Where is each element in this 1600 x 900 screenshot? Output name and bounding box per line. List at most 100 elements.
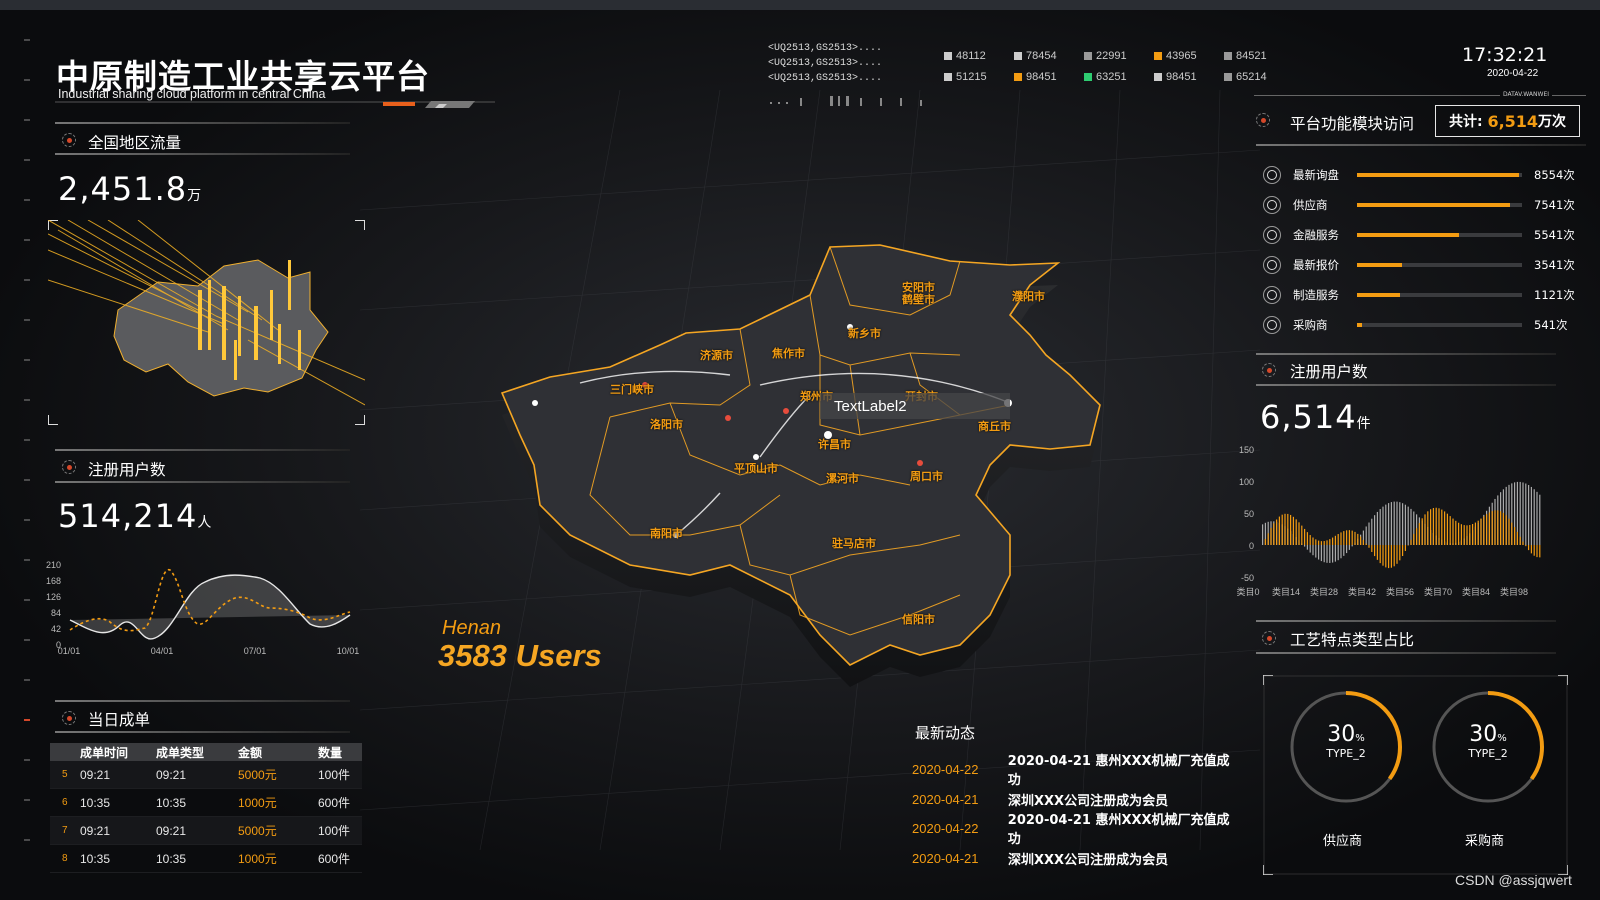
chart-bar xyxy=(1340,532,1342,545)
x-tick-label: 类目56 xyxy=(1386,586,1414,597)
chart-bar xyxy=(1502,512,1504,545)
table-row[interactable]: 7 09:21 09:21 5000元 100件 xyxy=(50,817,362,845)
chart-bar xyxy=(1446,513,1448,545)
code-item: 98451 xyxy=(1154,71,1224,83)
chart-bar xyxy=(1449,516,1451,545)
chart-bar xyxy=(1346,545,1348,554)
chart-bar xyxy=(1402,503,1404,545)
city-label: 平顶山市 xyxy=(734,462,778,475)
module-row[interactable]: 采购商 541次 xyxy=(1263,310,1588,340)
donut-center: 30% TYPE_2 xyxy=(1468,722,1508,760)
chart-bar xyxy=(1505,515,1507,545)
chart-bar xyxy=(1486,514,1488,545)
chart-bar xyxy=(1488,512,1490,545)
target-icon xyxy=(1263,166,1281,184)
code-item: 48112 xyxy=(944,50,1014,62)
chart-bar xyxy=(1511,522,1513,545)
chart-bar xyxy=(1533,489,1535,545)
city-label: 新乡市 xyxy=(848,327,881,340)
chart-bar xyxy=(1323,545,1325,563)
chart-bar xyxy=(1477,520,1479,545)
code-item: 43965 xyxy=(1154,50,1224,62)
code-swatch xyxy=(944,52,952,60)
module-row[interactable]: 制造服务 1121次 xyxy=(1263,280,1588,310)
column-header: 金额 xyxy=(238,745,263,760)
code-swatch xyxy=(1154,52,1162,60)
chart-bar xyxy=(1514,527,1516,545)
section-title-users: 注册用户数 xyxy=(88,461,166,479)
progress-fill xyxy=(1357,233,1460,237)
table-row[interactable]: 6 10:35 10:35 1000元 600件 xyxy=(50,789,362,817)
chart-bar xyxy=(1413,533,1415,545)
code-item: 51215 xyxy=(944,71,1014,83)
clock-time: 17:32:21 xyxy=(1462,44,1548,66)
section-top-rule xyxy=(1256,353,1556,355)
chart-bar xyxy=(1320,541,1322,545)
table-row[interactable]: 5 09:21 09:21 5000元 100件 xyxy=(50,761,362,789)
city-label: 焦作市 xyxy=(772,347,805,360)
chart-bar xyxy=(1528,485,1530,545)
code-item: 84521 xyxy=(1224,50,1294,62)
x-tick-label: 类目70 xyxy=(1424,586,1452,597)
chart-bar xyxy=(1320,545,1322,562)
column-header: 数量 xyxy=(318,745,343,760)
column-header: 成单类型 xyxy=(156,745,205,760)
users-line-chart: 21016812684420 01/01 04/01 07/01 10/01 xyxy=(46,560,359,656)
section-bottom-rule xyxy=(1256,652,1556,654)
ticker: <UQ2513,GS2513>.... <UQ2513,GS2513>.... … xyxy=(768,41,882,86)
chart-bar xyxy=(1528,545,1530,551)
section-bullet-icon xyxy=(1256,113,1270,127)
table-row[interactable]: 8 10:35 10:35 1000元 600件 xyxy=(50,845,362,873)
header-right-rule: DATAV.WANWEI xyxy=(1254,91,1586,101)
section-bullet-icon xyxy=(62,133,76,147)
chart-bar xyxy=(1306,532,1308,545)
module-row[interactable]: 最新询盘 8554次 xyxy=(1263,160,1588,190)
section-top-rule xyxy=(55,700,350,702)
chart-bar xyxy=(1530,545,1532,554)
chart-bar xyxy=(1444,511,1446,545)
code-grid: 48112 78454 22991 43965 84521 51215 9845… xyxy=(944,50,1294,83)
code-swatch xyxy=(1224,52,1232,60)
chart-bar xyxy=(1432,507,1434,545)
clock-date: 2020-04-22 xyxy=(1487,68,1539,79)
module-row[interactable]: 供应商 7541次 xyxy=(1263,190,1588,220)
chart-bar xyxy=(1463,525,1465,545)
donut-label: 采购商 xyxy=(1465,834,1505,849)
section-bullet-icon xyxy=(62,711,76,725)
chart-bar xyxy=(1472,524,1474,545)
section-title-modules: 平台功能模块访问 xyxy=(1290,115,1415,133)
chart-bar xyxy=(1360,536,1362,545)
module-row[interactable]: 最新报价 3541次 xyxy=(1263,250,1588,280)
chart-bar xyxy=(1382,506,1384,545)
progress-fill xyxy=(1357,293,1400,297)
chart-bar xyxy=(1533,545,1535,556)
y-tick-label: 84 xyxy=(51,608,61,618)
code-swatch xyxy=(1014,73,1022,81)
progress-fill xyxy=(1357,173,1519,177)
chart-bar xyxy=(1393,545,1395,567)
news-item[interactable]: 2020-04-21 深圳XXX公司注册成为会员 xyxy=(912,844,1242,872)
chart-bar xyxy=(1374,515,1376,545)
module-row[interactable]: 金融服务 5541次 xyxy=(1263,220,1588,250)
chart-bar xyxy=(1396,545,1398,564)
y-tick-label: 50 xyxy=(1244,509,1254,519)
news-item[interactable]: 2020-04-22 2020-04-21 惠州XXX机械厂充值成功 xyxy=(912,813,1242,847)
chart-bar xyxy=(1318,545,1320,560)
chart-bar xyxy=(1530,486,1532,545)
chart-bar xyxy=(1430,509,1432,545)
chart-bar xyxy=(1334,535,1336,545)
x-tick-label: 01/01 xyxy=(58,646,81,656)
chart-bar xyxy=(1407,506,1409,545)
henan-map[interactable] xyxy=(490,235,1130,695)
chart-bar xyxy=(1427,511,1429,545)
chart-bar xyxy=(1469,524,1471,545)
orders-table: 成单时间 成单类型 金额 数量 5 09:21 09:21 5000元 100件… xyxy=(50,743,362,873)
donut-frame xyxy=(1262,674,1569,876)
progress-fill xyxy=(1357,323,1362,327)
code-item: 65214 xyxy=(1224,71,1294,83)
chart-bar xyxy=(1343,531,1345,545)
target-icon xyxy=(1263,256,1281,274)
news-item[interactable]: 2020-04-22 2020-04-21 惠州XXX机械厂充值成功 xyxy=(912,754,1242,788)
chart-bar xyxy=(1323,541,1325,545)
chart-bar xyxy=(1497,510,1499,545)
